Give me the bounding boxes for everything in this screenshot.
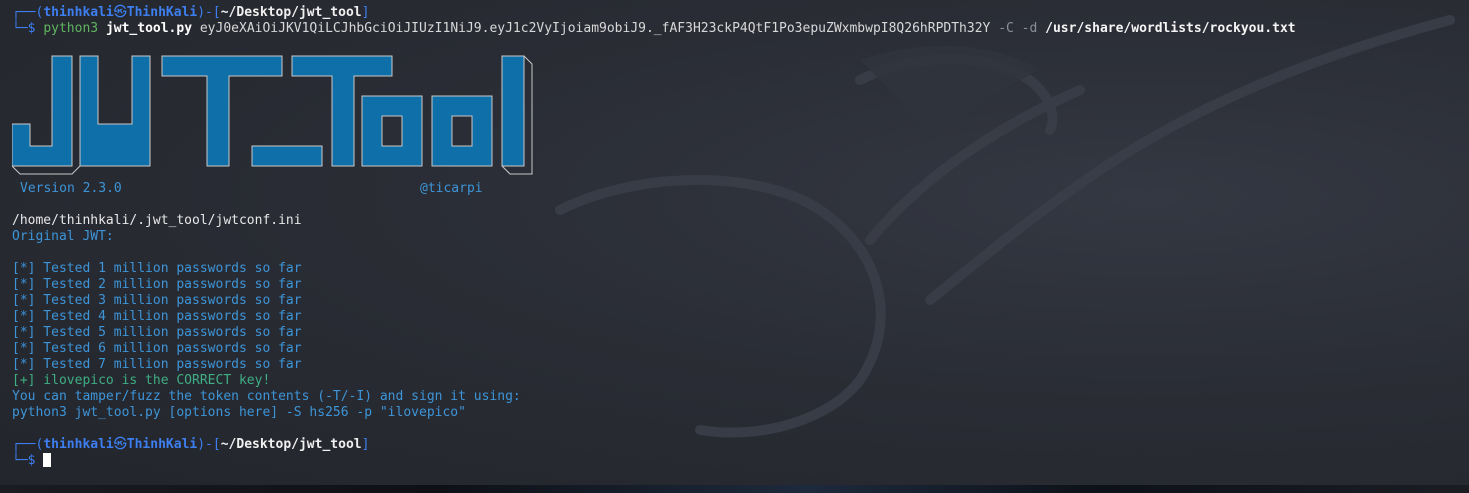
prompt-frame: ┌──(	[12, 437, 44, 452]
original-jwt-label: Original JWT:	[12, 229, 114, 244]
prompt-line-2: ┌──(thinhkali㉿ThinhKali)-[~/Desktop/jwt_…	[12, 437, 369, 453]
config-path-line: /home/thinhkali/.jwt_tool/jwtconf.ini	[12, 213, 302, 228]
prompt-frame: )-[	[197, 5, 221, 20]
command-token: eyJ0eXAiOiJKV1QiLCJhbGciOiJIUzI1NiJ9.eyJ…	[199, 21, 991, 36]
command-line: └─$ python3 jwt_tool.py eyJ0eXAiOiJKV1Qi…	[12, 21, 1296, 37]
banner-version: Version 2.3.0	[20, 181, 122, 196]
desktop-wallpaper-strip	[0, 485, 1469, 493]
sign-command-line: python3 jwt_tool.py [options here] -S hs…	[12, 405, 466, 420]
command-wordlist: /usr/share/wordlists/rockyou.txt	[1045, 21, 1296, 36]
prompt-symbol: └─$	[12, 453, 44, 468]
prompt-separator-icon: ㉿	[113, 5, 127, 20]
banner-author: @ticarpi	[420, 181, 483, 196]
terminal-screen: ┌──(thinhkali㉿ThinhKali)-[~/Desktop/jwt_…	[0, 0, 1469, 493]
prompt-separator-icon: ㉿	[113, 437, 127, 452]
prompt-symbol: └─$	[12, 21, 44, 36]
hint-line: You can tamper/fuzz the token contents (…	[12, 389, 521, 404]
prompt-frame: ┌──(	[12, 5, 44, 20]
command-script: jwt_tool.py	[105, 21, 193, 36]
input-line[interactable]: └─$	[12, 453, 52, 469]
prompt-user: thinhkali	[43, 5, 114, 20]
command-flag-d: -d	[1021, 21, 1038, 36]
prompt-host: ThinhKali	[126, 437, 198, 452]
prompt-line-1: ┌──(thinhkali㉿ThinhKali)-[~/Desktop/jwt_…	[12, 5, 369, 21]
progress-line: [*] Tested 3 million passwords so far	[12, 293, 302, 308]
jwt-tool-ascii-logo	[12, 55, 533, 175]
prompt-cwd: ~/Desktop/jwt_tool	[220, 5, 362, 20]
progress-line: [*] Tested 1 million passwords so far	[12, 261, 302, 276]
progress-line: [*] Tested 4 million passwords so far	[12, 309, 302, 324]
progress-line: [*] Tested 7 million passwords so far	[12, 357, 302, 372]
progress-line: [*] Tested 2 million passwords so far	[12, 277, 302, 292]
prompt-frame: )-[	[197, 437, 221, 452]
progress-line: [*] Tested 5 million passwords so far	[12, 325, 302, 340]
prompt-user: thinhkali	[43, 437, 114, 452]
command-program: python3	[43, 21, 99, 36]
prompt-frame: ]	[361, 5, 370, 20]
prompt-frame: ]	[361, 437, 370, 452]
command-flag-c: -C	[998, 21, 1014, 36]
prompt-host: ThinhKali	[126, 5, 198, 20]
prompt-cwd: ~/Desktop/jwt_tool	[220, 437, 362, 452]
terminal-window[interactable]: ┌──(thinhkali㉿ThinhKali)-[~/Desktop/jwt_…	[0, 0, 1460, 485]
text-cursor[interactable]	[43, 453, 52, 467]
key-found-line: [+] ilovepico is the CORRECT key!	[12, 373, 271, 388]
progress-line: [*] Tested 6 million passwords so far	[12, 341, 302, 356]
